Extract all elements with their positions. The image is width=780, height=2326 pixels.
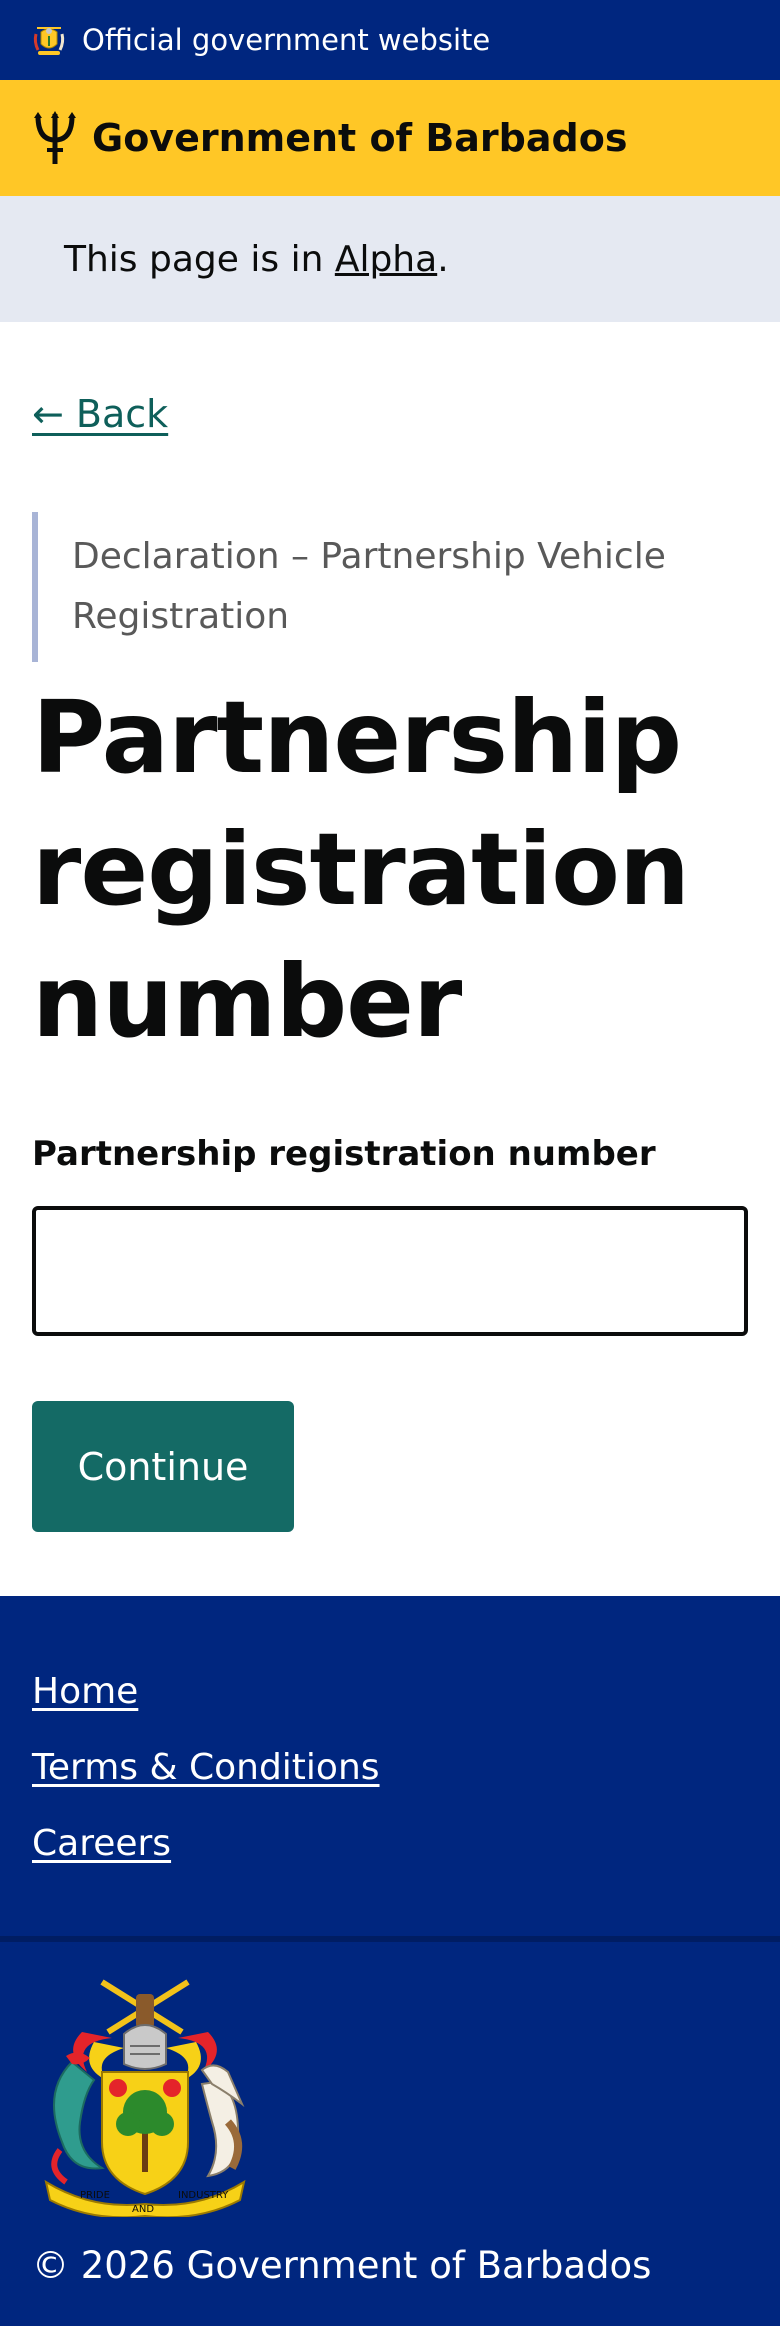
registration-number-label: Partnership registration number	[32, 1134, 656, 1174]
page-title: Partnership registration number	[32, 679, 690, 1060]
form-caption-text: Declaration – Partnership Vehicle Regist…	[72, 536, 666, 637]
phase-banner-suffix: .	[437, 238, 449, 280]
official-website-text: Official government website	[82, 22, 491, 57]
copyright-text: © 2026 Government of Barbados	[32, 2244, 652, 2287]
site-footer: Home Terms & Conditions Careers PRIDE AN…	[0, 1596, 780, 2326]
footer-link-terms[interactable]: Terms & Conditions	[32, 1744, 380, 1820]
footer-link-home[interactable]: Home	[32, 1668, 380, 1744]
site-title[interactable]: Government of Barbados	[92, 116, 627, 160]
footer-link-careers[interactable]: Careers	[32, 1820, 380, 1896]
continue-button[interactable]: Continue	[32, 1401, 294, 1532]
phase-banner-prefix: This page is in	[64, 238, 335, 280]
back-link[interactable]: ← Back	[32, 392, 168, 436]
footer-divider	[0, 1936, 780, 1942]
crest-motto-1: PRIDE	[80, 2190, 110, 2201]
crest-motto-2: AND	[132, 2204, 154, 2215]
trident-icon	[34, 111, 76, 164]
crest-motto-3: INDUSTRY	[178, 2190, 229, 2201]
main-content: ← Back Declaration – Partnership Vehicle…	[0, 322, 780, 1600]
phase-banner: This page is in Alpha .	[0, 196, 780, 322]
coat-of-arms-icon: PRIDE AND INDUSTRY	[44, 1979, 246, 2217]
registration-number-input[interactable]	[32, 1206, 748, 1336]
coat-of-arms-icon	[33, 27, 65, 55]
footer-nav: Home Terms & Conditions Careers	[32, 1668, 380, 1896]
site-header: Government of Barbados	[0, 80, 780, 196]
official-website-bar: Official government website	[0, 0, 780, 80]
phase-alpha-link[interactable]: Alpha	[335, 239, 437, 280]
form-caption: Declaration – Partnership Vehicle Regist…	[32, 512, 712, 662]
